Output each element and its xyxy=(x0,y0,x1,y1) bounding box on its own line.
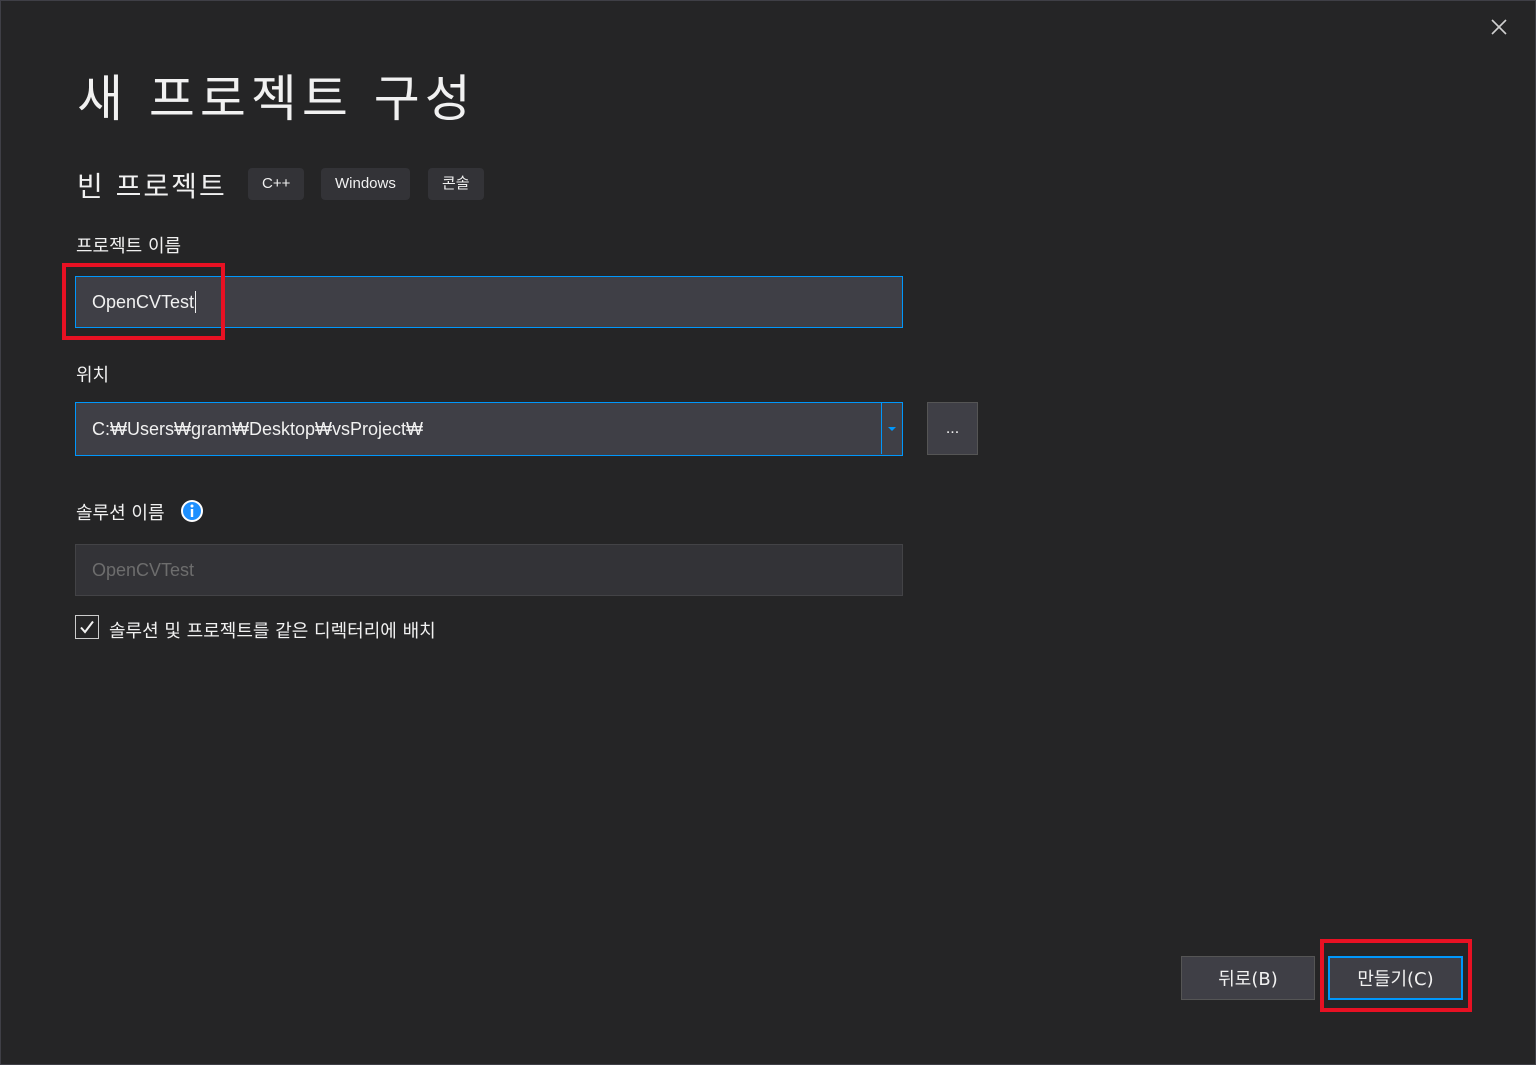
project-name-label: 프로젝트 이름 xyxy=(76,236,182,257)
project-name-input[interactable]: OpenCVTest xyxy=(75,276,903,328)
create-button-label: 만들기(C) xyxy=(1357,969,1434,990)
template-name: 빈 프로젝트 xyxy=(77,170,227,203)
tag-cpp: C++ xyxy=(248,168,305,200)
solution-name-placeholder: OpenCVTest xyxy=(92,559,195,580)
page-title: 새 프로젝트 구성 xyxy=(77,70,476,128)
browse-button[interactable]: ... xyxy=(927,402,978,455)
same-directory-label[interactable]: 솔루션 및 프로젝트를 같은 디렉터리에 배치 xyxy=(109,617,436,643)
text-cursor xyxy=(195,291,197,313)
close-icon xyxy=(1491,19,1507,35)
location-label: 위치 xyxy=(76,365,110,386)
tag-windows: Windows xyxy=(321,168,410,200)
create-button[interactable]: 만들기(C) xyxy=(1328,956,1463,1000)
location-combobox[interactable]: C:₩Users₩gram₩Desktop₩vsProject₩ xyxy=(75,402,903,456)
info-icon[interactable] xyxy=(180,499,204,523)
same-directory-checkbox[interactable] xyxy=(75,615,99,639)
configure-project-dialog: 새 프로젝트 구성 빈 프로젝트 C++ Windows 콘솔 프로젝트 이름 … xyxy=(0,0,1536,1065)
close-button[interactable] xyxy=(1485,13,1513,41)
location-value: C:₩Users₩gram₩Desktop₩vsProject₩ xyxy=(92,418,424,439)
back-button[interactable]: 뒤로(B) xyxy=(1181,956,1315,1000)
location-dropdown-button[interactable] xyxy=(881,403,902,454)
browse-label: ... xyxy=(945,419,960,437)
chevron-down-icon xyxy=(888,426,896,431)
tag-console: 콘솔 xyxy=(428,168,484,200)
checkmark-icon xyxy=(80,620,94,634)
solution-name-label: 솔루션 이름 xyxy=(76,503,165,524)
project-name-value: OpenCVTest xyxy=(92,291,195,312)
back-button-label: 뒤로(B) xyxy=(1218,969,1278,990)
solution-name-input: OpenCVTest xyxy=(75,544,903,596)
